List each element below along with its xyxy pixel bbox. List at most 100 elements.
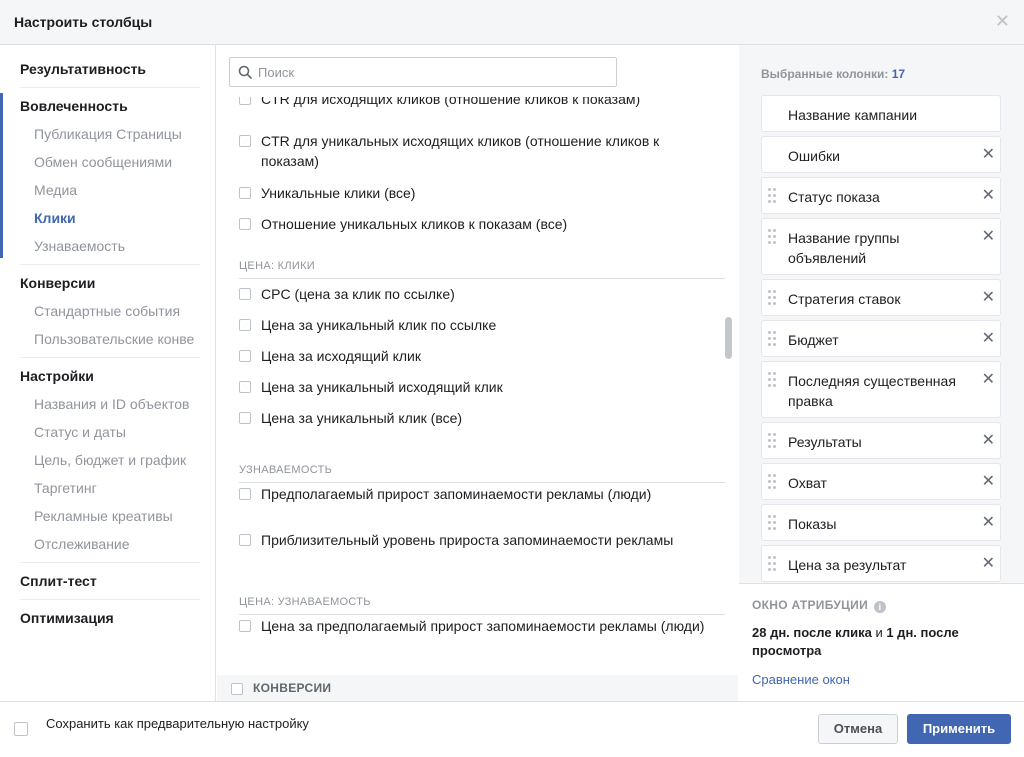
drag-handle-icon[interactable] [768,372,778,390]
selected-column-chip[interactable]: Охват ✕ [761,463,1001,500]
dialog-title: Настроить столбцы [14,14,153,30]
column-option[interactable]: Цена за уникальный исходящий клик [239,377,719,397]
search-input[interactable] [258,62,608,82]
remove-icon[interactable]: ✕ [982,370,995,390]
nav-item[interactable]: Пользовательские конве [0,325,215,353]
nav-group-heading[interactable]: Результативность [0,55,215,83]
column-checkbox[interactable] [239,97,251,105]
nav-item[interactable]: Публикация Страницы [0,120,215,148]
nav-group-heading[interactable]: Вовлеченность [0,92,215,120]
column-option[interactable]: Цена за уникальный клик (все) [239,408,719,428]
nav-group: Оптимизация [0,604,215,632]
column-option[interactable]: Цена за уникальный клик по ссылке [239,315,719,335]
nav-group-heading[interactable]: Сплит-тест [0,567,215,595]
selected-column-chip[interactable]: Название группы объявлений ✕ [761,218,1001,275]
nav-group-heading[interactable]: Оптимизация [0,604,215,632]
remove-icon[interactable]: ✕ [982,554,995,574]
nav-item[interactable]: Отслеживание [0,530,215,558]
remove-icon[interactable]: ✕ [982,329,995,349]
drag-handle-icon[interactable] [768,229,778,247]
nav-item[interactable]: Стандартные события [0,297,215,325]
nav-item[interactable]: Клики [0,204,215,232]
remove-icon[interactable]: ✕ [982,145,995,165]
selected-column-chip[interactable]: Ошибки ✕ [761,136,1001,173]
column-checkbox[interactable] [239,620,251,632]
cancel-button[interactable]: Отмена [818,714,898,744]
column-option-label: Цена за исходящий клик [261,348,421,364]
drag-handle-icon[interactable] [768,331,778,349]
selected-column-chip[interactable]: Бюджет ✕ [761,320,1001,357]
remove-icon[interactable]: ✕ [982,186,995,206]
nav-item[interactable]: Медиа [0,176,215,204]
selected-column-label: Результаты [788,434,862,450]
column-checkbox[interactable] [239,135,251,147]
column-option[interactable]: CTR для исходящих кликов (отношение клик… [239,97,719,109]
column-option[interactable]: Цена за предполагаемый прирост запоминае… [239,616,719,636]
section-heading: ЦЕНА: УЗНАВАЕМОСТЬ [239,596,725,615]
selected-column-chip[interactable]: Результаты ✕ [761,422,1001,459]
column-checkbox[interactable] [239,488,251,500]
column-option[interactable]: Предполагаемый прирост запоминаемости ре… [239,484,719,504]
selected-column-chip[interactable]: Название кампании [761,95,1001,132]
column-option[interactable]: CPC (цена за клик по ссылке) [239,284,719,304]
drag-handle-icon[interactable] [768,433,778,451]
nav-item[interactable]: Обмен сообщениями [0,148,215,176]
column-checkbox[interactable] [239,319,251,331]
column-option[interactable]: Цена за исходящий клик [239,346,719,366]
column-checkbox[interactable] [239,288,251,300]
nav-item[interactable]: Таргетинг [0,474,215,502]
remove-icon[interactable]: ✕ [982,227,995,247]
save-preset-checkbox[interactable] [14,722,28,736]
selected-columns-count: 17 [891,67,906,81]
compare-windows-link[interactable]: Сравнение окон [752,672,850,687]
column-option-label: CTR для уникальных исходящих кликов (отн… [261,133,660,169]
selected-column-chip[interactable]: Цена за результат ✕ [761,545,1001,582]
column-checkbox[interactable] [239,187,251,199]
selected-column-chip[interactable]: Стратегия ставок ✕ [761,279,1001,316]
selected-column-label: Последняя существенная правка [788,373,956,409]
column-option[interactable]: CTR для уникальных исходящих кликов (отн… [239,131,719,171]
selected-column-chip[interactable]: Показы ✕ [761,504,1001,541]
selected-column-chip[interactable]: Статус показа ✕ [761,177,1001,214]
drag-handle-icon[interactable] [768,188,778,206]
column-checkbox[interactable] [239,381,251,393]
nav-item[interactable]: Статус и даты [0,418,215,446]
nav-item[interactable]: Названия и ID объектов [0,390,215,418]
nav-group-heading[interactable]: Конверсии [0,269,215,297]
nav-item[interactable]: Рекламные креативы [0,502,215,530]
column-option[interactable]: Уникальные клики (все) [239,183,719,203]
column-option[interactable]: Приблизительный уровень прироста запомин… [239,530,719,550]
column-checkbox[interactable] [239,534,251,546]
column-list: CTR для исходящих кликов (отношение клик… [217,97,738,701]
drag-handle-icon[interactable] [768,556,778,574]
section-heading: ЦЕНА: КЛИКИ [239,260,725,279]
scrollbar-thumb[interactable] [725,317,732,359]
close-icon[interactable]: ✕ [995,12,1010,30]
drag-handle-icon[interactable] [768,515,778,533]
remove-icon[interactable]: ✕ [982,472,995,492]
drag-handle-icon[interactable] [768,474,778,492]
column-checkbox[interactable] [239,350,251,362]
column-checkbox[interactable] [239,412,251,424]
column-option-label: Цена за уникальный клик по ссылке [261,317,497,333]
remove-icon[interactable]: ✕ [982,431,995,451]
selected-column-chip[interactable]: Последняя существенная правка ✕ [761,361,1001,418]
remove-icon[interactable]: ✕ [982,288,995,308]
column-checkbox[interactable] [239,218,251,230]
apply-button[interactable]: Применить [907,714,1011,744]
group-checkbox[interactable] [231,683,243,695]
column-option-label: CPC (цена за клик по ссылке) [261,286,455,302]
column-picker: CTR для исходящих кликов (отношение клик… [217,45,738,701]
selected-column-label: Охват [788,475,827,491]
info-icon[interactable]: i [874,601,887,613]
column-option[interactable]: Отношение уникальных кликов к показам (в… [239,214,719,234]
nav-item[interactable]: Цель, бюджет и график [0,446,215,474]
remove-icon[interactable]: ✕ [982,513,995,533]
drag-handle-icon[interactable] [768,290,778,308]
nav-group-heading[interactable]: Настройки [0,362,215,390]
search-box[interactable] [229,57,617,87]
search-icon [238,65,252,79]
section-heading: УЗНАВАЕМОСТЬ [239,464,725,483]
nav-divider [20,562,200,563]
nav-item[interactable]: Узнаваемость [0,232,215,260]
